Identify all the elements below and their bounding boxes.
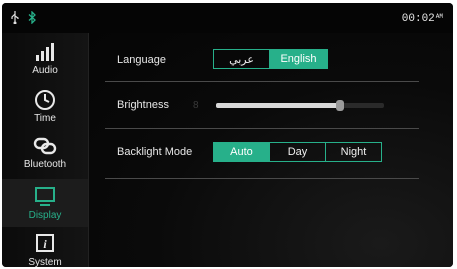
sidebar-item-label: Bluetooth: [23, 158, 67, 170]
audio-bars-icon: [33, 41, 57, 63]
sidebar-item-label: System: [28, 256, 62, 268]
divider: [105, 178, 419, 179]
monitor-icon: [33, 186, 57, 208]
sidebar-item-time[interactable]: Time: [2, 83, 88, 129]
language-row: Language عربي English: [89, 37, 453, 85]
brightness-label: Brightness: [117, 99, 169, 111]
language-label: Language: [117, 54, 166, 66]
clock: 00:02AM: [402, 13, 443, 25]
sidebar-item-label: Audio: [32, 64, 58, 76]
language-toggle: عربي English: [213, 49, 328, 69]
backlight-mode-label: Backlight Mode: [117, 146, 193, 158]
bluetooth-icon: [29, 11, 37, 24]
backlight-option-night[interactable]: Night: [325, 143, 381, 161]
status-bar: 00:02AM: [2, 3, 453, 33]
clock-ampm: AM: [435, 13, 443, 20]
usb-icon: [11, 11, 19, 24]
sidebar-item-label: Time: [34, 112, 56, 124]
sidebar-item-system[interactable]: i System: [2, 227, 88, 267]
brightness-slider[interactable]: [216, 100, 384, 111]
backlight-mode-toggle: Auto Day Night: [213, 142, 382, 162]
language-option-english[interactable]: English: [269, 50, 327, 68]
sidebar-item-bluetooth[interactable]: Bluetooth: [2, 129, 88, 175]
sidebar-item-audio[interactable]: Audio: [2, 35, 88, 81]
svg-text:i: i: [43, 237, 47, 251]
backlight-mode-row: Backlight Mode Auto Day Night: [89, 129, 453, 177]
brightness-row: Brightness 8: [89, 82, 453, 130]
clock-time: 00:02: [401, 13, 435, 25]
sidebar-item-display[interactable]: Display: [2, 179, 88, 227]
brightness-slider-fill: [216, 103, 340, 108]
backlight-option-day[interactable]: Day: [269, 143, 325, 161]
brightness-value: 8: [193, 100, 199, 111]
link-icon: [33, 135, 57, 157]
display-settings-panel: Language عربي English Brightness 8 Backl…: [89, 33, 453, 267]
info-icon: i: [33, 233, 57, 255]
backlight-option-auto[interactable]: Auto: [214, 143, 269, 161]
brightness-slider-handle[interactable]: [336, 100, 344, 111]
status-icons: [10, 11, 41, 29]
sidebar: Audio Time Bluetooth Display i System: [2, 33, 89, 267]
head-unit-screen: 00:02AM Audio Time Bluetooth Display i S…: [2, 3, 453, 267]
sidebar-item-label: Display: [28, 209, 62, 221]
clock-icon: [33, 89, 57, 111]
language-option-arabic[interactable]: عربي: [214, 50, 269, 68]
